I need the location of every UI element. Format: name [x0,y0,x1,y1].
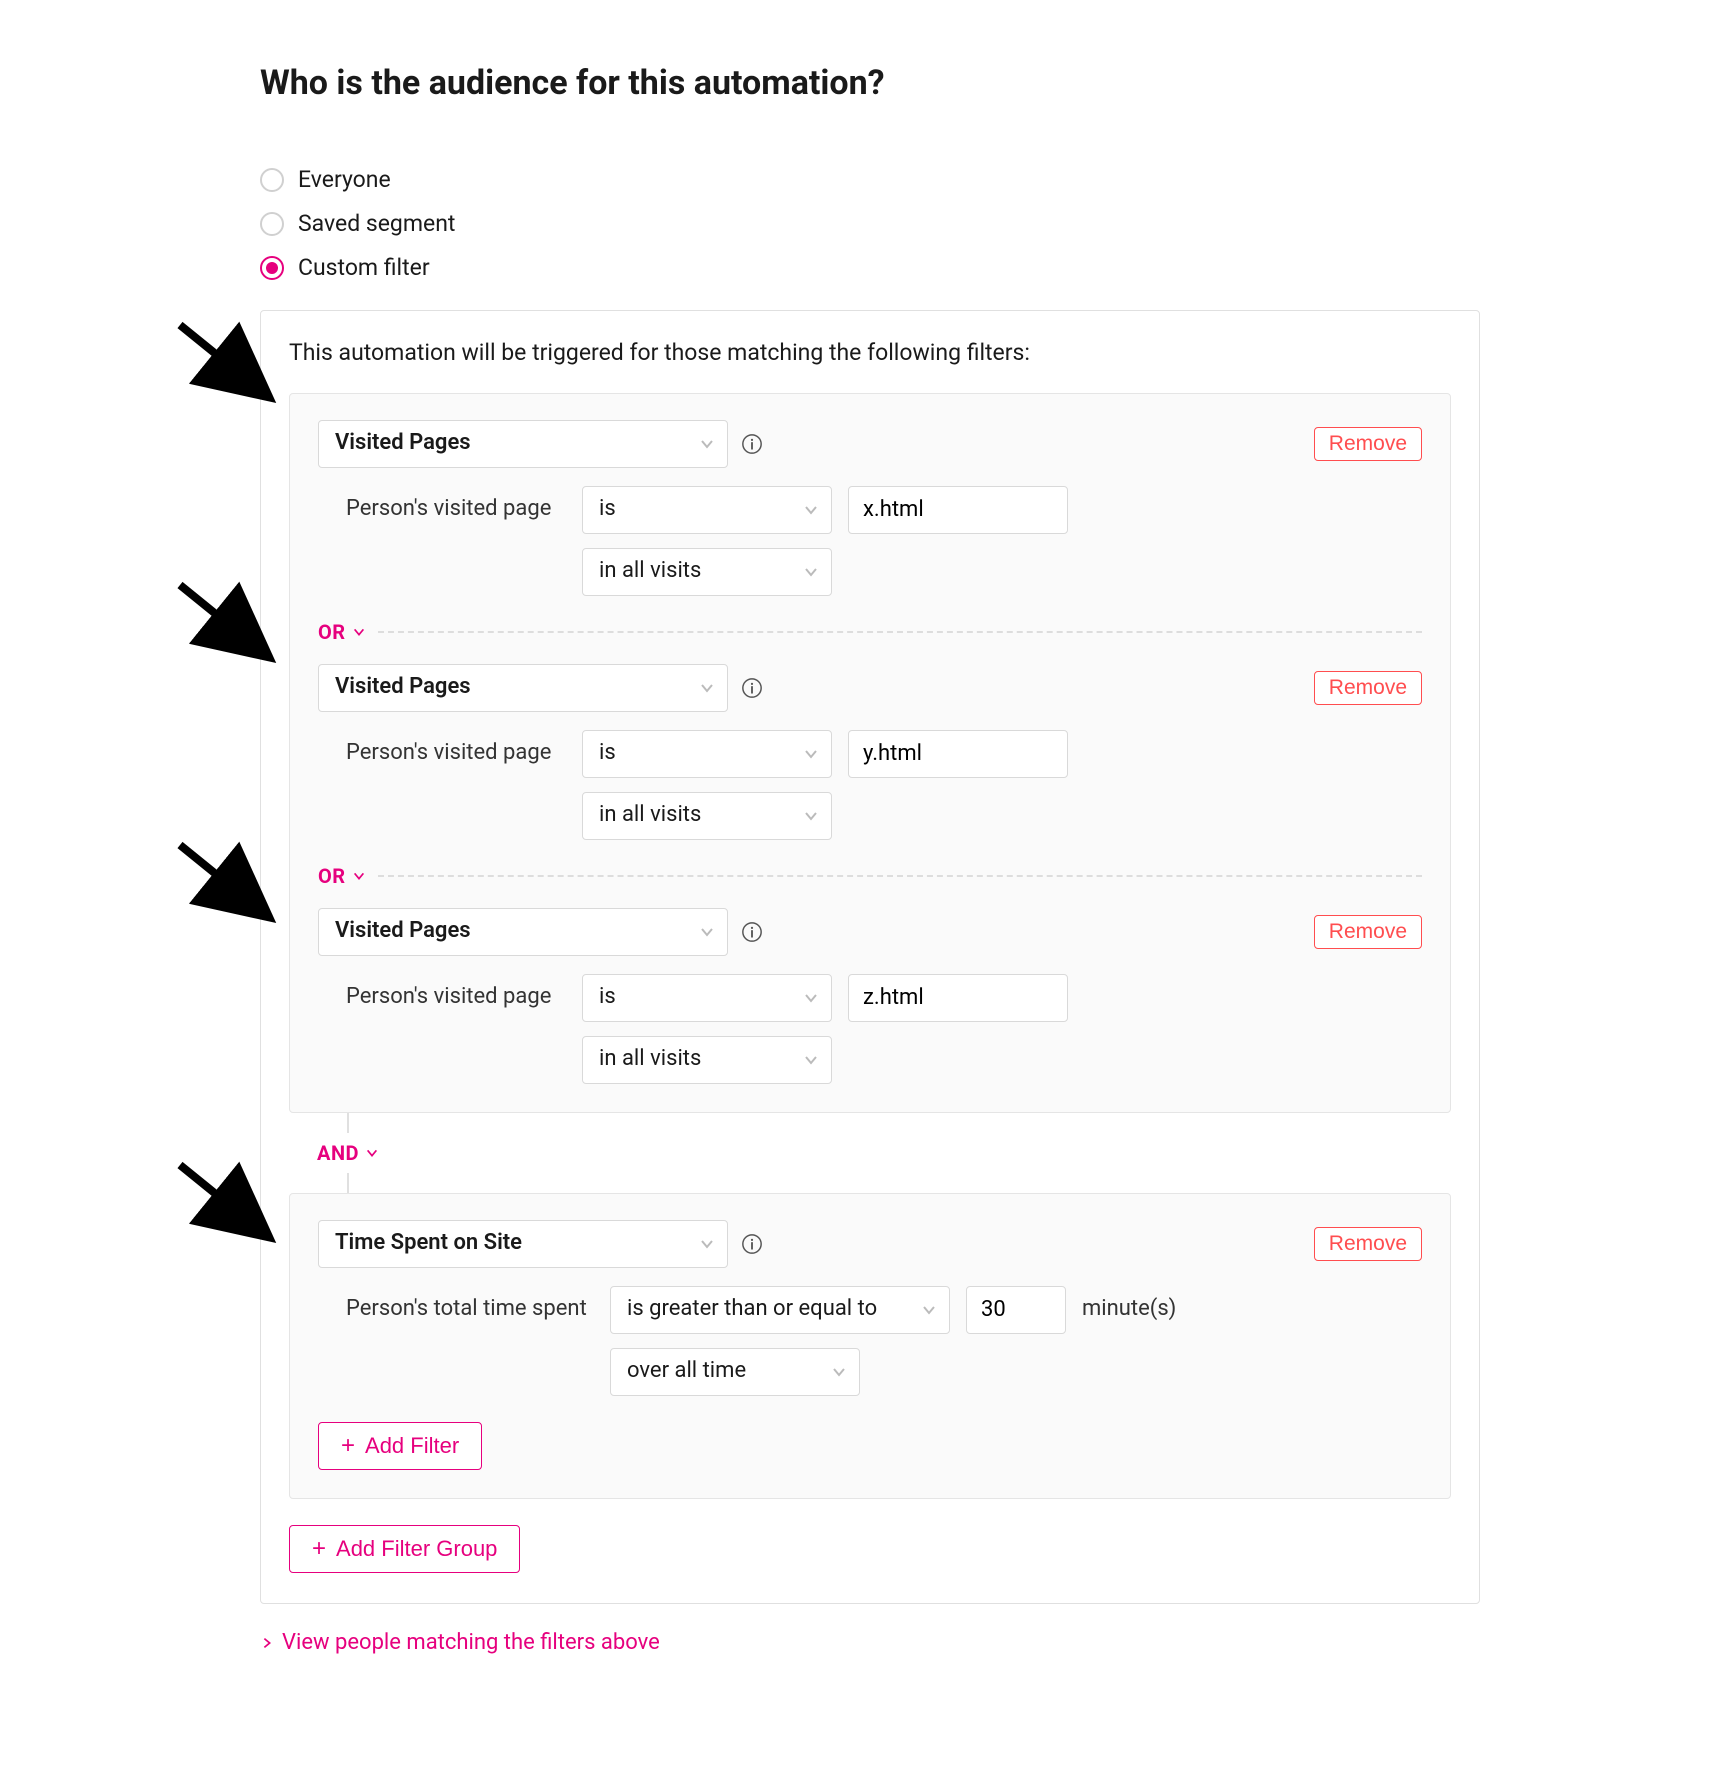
operator-select[interactable]: is [582,730,832,778]
select-value: Visited Pages [335,672,471,703]
plus-icon: + [312,1537,326,1561]
filter-block: Visited Pages Remove Person's visited pa… [318,908,1422,1084]
or-label-text: OR [318,862,346,890]
select-value: is greater than or equal to [627,1294,877,1325]
select-value: is [599,494,616,525]
or-label-text: OR [318,618,346,646]
filter-type-select[interactable]: Visited Pages [318,908,728,956]
filter-block: Visited Pages Remove Person's visited pa… [318,664,1422,840]
chevron-down-icon [699,680,715,696]
and-separator: AND [317,1113,1451,1193]
filter-type-select[interactable]: Visited Pages [318,664,728,712]
select-value: Visited Pages [335,428,471,459]
button-label: Add Filter [365,1433,459,1459]
condition-label: Person's visited page [346,494,566,525]
radio-icon [260,256,284,280]
radio-label: Everyone [298,164,391,196]
add-filter-button[interactable]: + Add Filter [318,1422,482,1470]
chevron-down-icon [699,436,715,452]
filter-panel: This automation will be triggered for th… [260,310,1480,1604]
value-input[interactable] [848,730,1068,778]
or-separator: OR [318,618,1422,646]
value-input[interactable] [848,486,1068,534]
select-value: in all visits [599,1044,701,1075]
scope-select[interactable]: in all visits [582,792,832,840]
connector-line [347,1113,349,1133]
audience-radio-group: Everyone Saved segment Custom filter [260,158,1480,290]
info-icon[interactable] [740,920,764,944]
select-value: is [599,982,616,1013]
and-toggle[interactable]: AND [317,1139,379,1167]
chevron-down-icon [352,869,366,883]
condition-label: Person's visited page [346,982,566,1013]
link-text: View people matching the filters above [282,1628,660,1659]
select-value: Visited Pages [335,916,471,947]
chevron-down-icon [803,990,819,1006]
chevron-down-icon [699,1236,715,1252]
chevron-down-icon [699,924,715,940]
operator-select[interactable]: is greater than or equal to [610,1286,950,1334]
or-separator: OR [318,862,1422,890]
radio-label: Custom filter [298,252,430,284]
page-title: Who is the audience for this automation? [260,60,1480,108]
info-icon[interactable] [740,432,764,456]
scope-select[interactable]: over all time [610,1348,860,1396]
radio-custom-filter[interactable]: Custom filter [260,246,1480,290]
chevron-down-icon [831,1364,847,1380]
add-filter-group-button[interactable]: + Add Filter Group [289,1525,520,1573]
chevron-down-icon [352,625,366,639]
value-input[interactable] [966,1286,1066,1334]
condition-label: Person's visited page [346,738,566,769]
remove-button[interactable]: Remove [1314,427,1422,461]
and-label-text: AND [317,1139,359,1167]
filter-type-select[interactable]: Time Spent on Site [318,1220,728,1268]
panel-intro-text: This automation will be triggered for th… [289,337,1451,369]
chevron-right-icon [260,1636,274,1650]
dashed-divider [378,875,1422,877]
chevron-down-icon [803,746,819,762]
info-icon[interactable] [740,1232,764,1256]
plus-icon: + [341,1434,355,1458]
select-value: in all visits [599,800,701,831]
button-label: Add Filter Group [336,1536,497,1562]
chevron-down-icon [803,1052,819,1068]
or-toggle[interactable]: OR [318,618,366,646]
chevron-down-icon [803,808,819,824]
filter-type-select[interactable]: Visited Pages [318,420,728,468]
filter-group: Visited Pages Remove Perso [289,393,1451,1113]
filter-block: Visited Pages Remove Perso [318,420,1422,596]
connector-line [347,1173,349,1193]
radio-icon [260,212,284,236]
remove-button[interactable]: Remove [1314,915,1422,949]
chevron-down-icon [803,502,819,518]
chevron-down-icon [803,564,819,580]
unit-label: minute(s) [1082,1294,1176,1325]
filter-group: Time Spent on Site Remove Person's total… [289,1193,1451,1499]
operator-select[interactable]: is [582,974,832,1022]
select-value: is [599,738,616,769]
chevron-down-icon [365,1146,379,1160]
remove-button[interactable]: Remove [1314,1227,1422,1261]
operator-select[interactable]: is [582,486,832,534]
info-icon[interactable] [740,676,764,700]
scope-select[interactable]: in all visits [582,1036,832,1084]
chevron-down-icon [921,1302,937,1318]
condition-label: Person's total time spent [346,1294,594,1325]
select-value: Time Spent on Site [335,1228,522,1259]
radio-saved-segment[interactable]: Saved segment [260,202,1480,246]
value-input[interactable] [848,974,1068,1022]
scope-select[interactable]: in all visits [582,548,832,596]
remove-button[interactable]: Remove [1314,671,1422,705]
select-value: over all time [627,1356,746,1387]
radio-icon [260,168,284,192]
view-matches-link[interactable]: View people matching the filters above [260,1628,660,1659]
filter-block: Time Spent on Site Remove Person's total… [318,1220,1422,1396]
select-value: in all visits [599,556,701,587]
radio-label: Saved segment [298,208,455,240]
dashed-divider [378,631,1422,633]
or-toggle[interactable]: OR [318,862,366,890]
radio-everyone[interactable]: Everyone [260,158,1480,202]
